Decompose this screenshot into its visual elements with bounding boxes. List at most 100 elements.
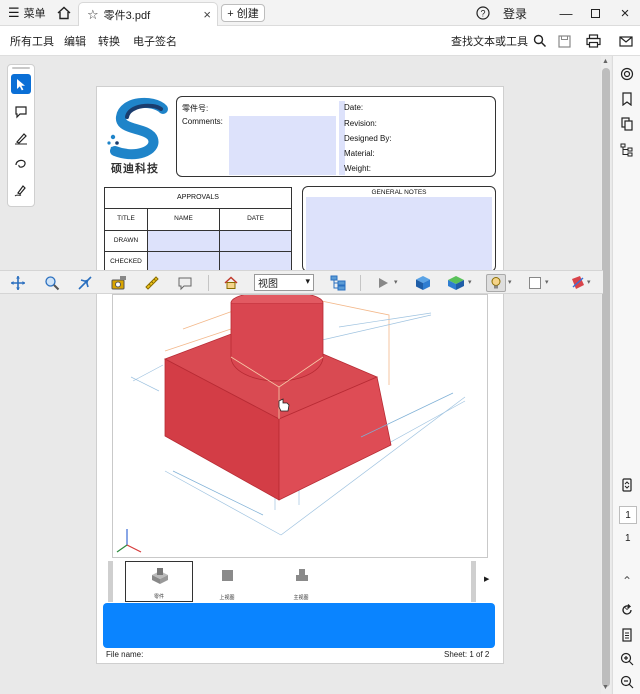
convert-page-button[interactable] xyxy=(617,475,637,495)
thumbnail-part[interactable]: 零件 xyxy=(125,561,193,602)
pages-button[interactable] xyxy=(617,114,637,134)
part-number-label: 零件号: xyxy=(182,104,209,113)
email-button[interactable] xyxy=(617,32,635,50)
menu-edit[interactable]: 编辑 xyxy=(64,26,86,56)
lighting-options-chevron-icon[interactable]: ▾ xyxy=(508,278,512,286)
zoom-in-button[interactable] xyxy=(617,649,637,669)
scrollbar-thumb[interactable] xyxy=(602,68,610,687)
freehand-icon xyxy=(15,159,26,168)
top-view-thumb-icon xyxy=(222,570,233,581)
search-icon xyxy=(533,34,547,48)
menu-all-tools[interactable]: 所有工具 xyxy=(10,26,54,56)
default-view-button[interactable] xyxy=(222,274,240,292)
3d-model-part[interactable] xyxy=(113,290,489,559)
render-options-chevron-icon[interactable]: ▾ xyxy=(468,278,472,286)
menu-bar: 所有工具 编辑 转换 电子签名 查找文本或工具 xyxy=(0,26,640,56)
blue-banner xyxy=(103,603,495,648)
model-tree-button[interactable] xyxy=(617,140,637,160)
palette-grip[interactable] xyxy=(12,67,30,69)
sign-in-button[interactable]: 登录 xyxy=(503,0,527,26)
fit-page-button[interactable] xyxy=(617,625,637,645)
sheet-label: Sheet: 1 of 2 xyxy=(444,650,490,659)
title-bar: ☰ 菜单 ☆ 零件3.pdf × + 创建 ? 登录 — × xyxy=(0,0,640,26)
draw-tool-button[interactable] xyxy=(11,154,31,174)
lighting-button[interactable] xyxy=(486,274,506,292)
comments-label: Comments: xyxy=(182,117,223,126)
projection-button[interactable] xyxy=(414,274,432,292)
tree-icon xyxy=(620,143,633,157)
page-number-input[interactable]: 1 xyxy=(619,506,637,524)
comment-tool-button[interactable] xyxy=(11,102,31,122)
chevron-down-icon: ▾ xyxy=(305,276,310,286)
close-window-button[interactable]: × xyxy=(610,0,640,26)
app-menu-button[interactable]: ☰ 菜单 xyxy=(8,0,46,26)
render-mode-button[interactable] xyxy=(447,274,465,292)
material-label: Material: xyxy=(344,149,375,158)
general-notes-field[interactable] xyxy=(306,197,492,271)
find-tools-button[interactable]: 查找文本或工具 xyxy=(451,26,547,56)
play-animation-button[interactable] xyxy=(374,274,392,292)
logo-text: 硕迪科技 xyxy=(111,163,159,175)
background-color-button[interactable] xyxy=(526,274,544,292)
zoom-out-button[interactable] xyxy=(617,672,637,692)
star-icon[interactable]: ☆ xyxy=(87,7,99,23)
view-select[interactable]: 视图 ▾ xyxy=(254,274,314,291)
right-rail: ⌃ ⌄ xyxy=(612,56,640,694)
home-button[interactable] xyxy=(56,0,72,26)
zoom-in-icon xyxy=(620,652,634,666)
rotate-button[interactable] xyxy=(617,600,637,620)
pan-tool-button[interactable] xyxy=(9,274,27,292)
rotate-icon xyxy=(622,604,632,615)
page-up-icon[interactable]: ⌃ xyxy=(617,571,637,591)
approvals-header: APPROVALS xyxy=(177,194,219,201)
thumbnail-next-icon[interactable]: ▶ xyxy=(484,575,489,583)
ai-assistant-button[interactable] xyxy=(617,64,637,84)
speech-bubble-icon xyxy=(178,277,192,291)
print-icon xyxy=(585,34,601,48)
play-options-chevron-icon[interactable]: ▾ xyxy=(394,278,398,286)
comment-3d-button[interactable] xyxy=(176,274,194,292)
save-button[interactable] xyxy=(555,32,573,50)
assistant-icon xyxy=(620,67,634,81)
thumbnail-front-view[interactable]: 主视图 xyxy=(267,561,335,602)
select-tool-button[interactable] xyxy=(11,74,31,94)
row-drawn: DRAWN xyxy=(113,237,139,244)
cross-section-button[interactable] xyxy=(569,274,587,292)
svg-text:?: ? xyxy=(480,9,485,19)
highlight-tool-button[interactable] xyxy=(11,128,31,148)
create-button[interactable]: + 创建 xyxy=(221,4,265,22)
thumbnail-top-view[interactable]: 上视图 xyxy=(193,561,261,602)
model-tree-toggle-button[interactable] xyxy=(329,274,347,292)
bookmark-icon xyxy=(622,92,632,106)
menu-convert[interactable]: 转换 xyxy=(98,26,120,56)
help-button[interactable]: ? xyxy=(476,0,490,26)
zoom-out-icon xyxy=(620,675,634,689)
comments-field[interactable] xyxy=(229,116,336,175)
col-title: TITLE xyxy=(117,215,135,222)
menu-esign[interactable]: 电子签名 xyxy=(133,26,177,56)
lightbulb-icon xyxy=(491,277,501,289)
minimize-button[interactable]: — xyxy=(551,0,581,26)
cross-section-chevron-icon[interactable]: ▾ xyxy=(587,278,591,286)
magnifier-icon xyxy=(45,276,60,291)
measure-tool-button[interactable] xyxy=(143,274,161,292)
thumbnail-scroll-right[interactable] xyxy=(471,561,476,602)
thumbnail-scroll-left[interactable] xyxy=(108,561,113,602)
print-button[interactable] xyxy=(584,32,602,50)
fly-tool-button[interactable] xyxy=(76,274,94,292)
hamburger-icon: ☰ xyxy=(8,5,20,20)
scroll-up-icon[interactable]: ▲ xyxy=(602,58,609,65)
zoom-tool-button[interactable] xyxy=(43,274,61,292)
background-color-swatch xyxy=(529,277,541,289)
revision-label: Revision: xyxy=(344,119,377,128)
background-options-chevron-icon[interactable]: ▾ xyxy=(545,278,549,286)
scroll-down-icon[interactable]: ▼ xyxy=(602,684,609,691)
document-tab[interactable]: ☆ 零件3.pdf × xyxy=(78,2,218,26)
sign-tool-button[interactable] xyxy=(11,180,31,200)
maximize-button[interactable] xyxy=(580,0,610,26)
close-tab-icon[interactable]: × xyxy=(203,7,211,22)
camera-tool-button[interactable] xyxy=(110,274,128,292)
page-convert-icon xyxy=(622,478,632,492)
3d-viewport[interactable] xyxy=(112,290,489,559)
bookmarks-button[interactable] xyxy=(617,89,637,109)
